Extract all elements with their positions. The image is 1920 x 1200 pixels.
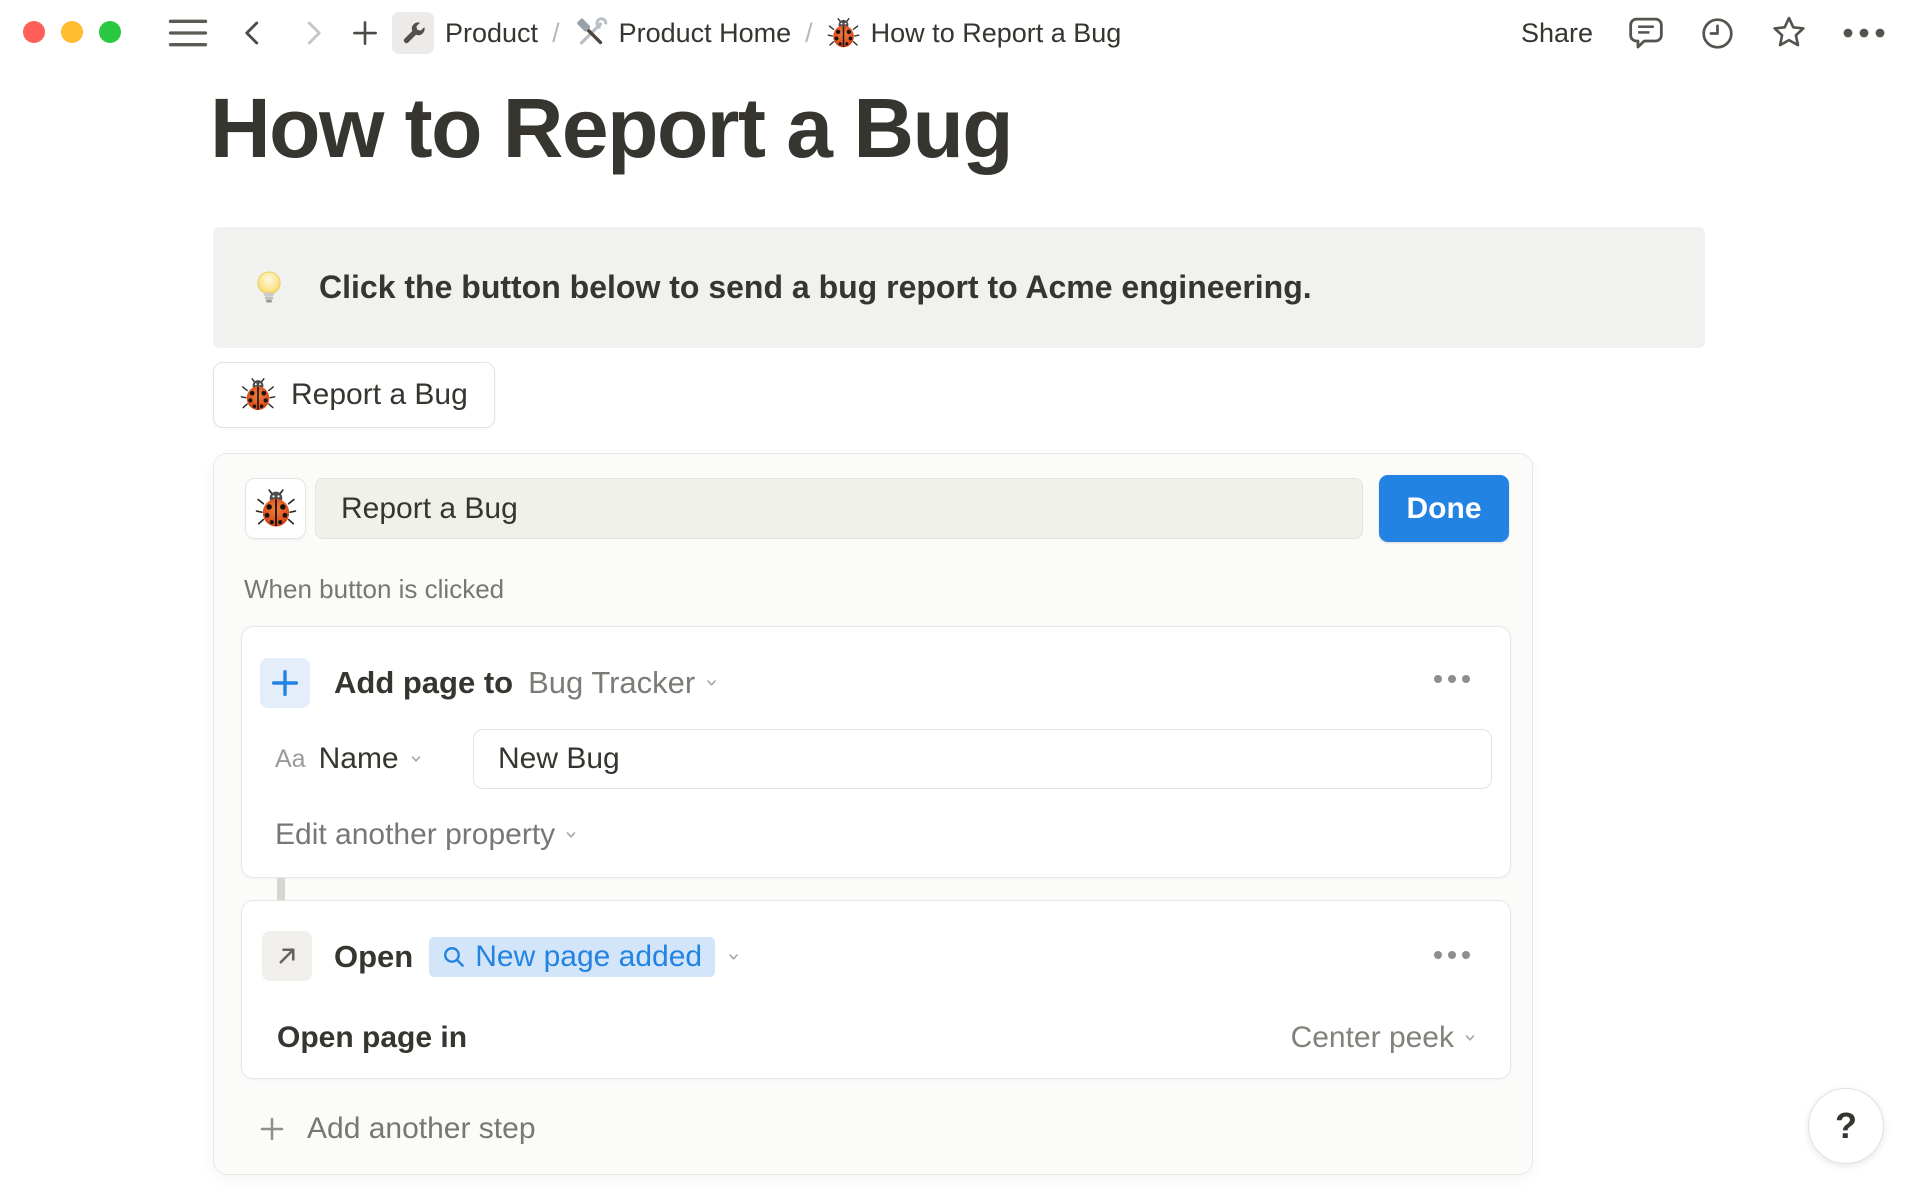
button-name-input[interactable]: [315, 478, 1363, 539]
open-page-in-row: Open page in Center peek: [277, 1017, 1477, 1059]
step-action-label: Add page to: [334, 665, 514, 700]
button-editor-panel: Done When button is clicked Add page to …: [213, 453, 1533, 1175]
forward-button[interactable]: [296, 15, 330, 51]
report-a-bug-button[interactable]: Report a Bug: [213, 362, 495, 428]
property-selector[interactable]: Aa Name: [275, 729, 423, 789]
step-card-add-page: Add page to Bug Tracker Aa Name Edit ano…: [241, 626, 1511, 878]
ladybug-icon: [240, 377, 276, 411]
add-another-step-button[interactable]: Add another step: [257, 1106, 536, 1152]
trigger-label: When button is clicked: [244, 574, 505, 604]
breadcrumb-label: How to Report a Bug: [870, 17, 1122, 48]
ladybug-icon: [255, 488, 296, 527]
open-target-chip[interactable]: New page added: [429, 937, 716, 977]
clock-icon: [1702, 17, 1733, 49]
hammer-wrench-icon: [574, 16, 608, 50]
callout-block: Click the button below to send a bug rep…: [213, 227, 1705, 348]
breadcrumb-label: Product Home: [618, 17, 792, 48]
chevron-left-icon: [245, 21, 259, 45]
step-card-open-page: Open New page added Open page in Center …: [241, 900, 1511, 1079]
chevron-down-icon: [409, 753, 423, 765]
plus-icon: [260, 1117, 284, 1141]
chevron-down-icon[interactable]: [726, 951, 741, 963]
hamburger-icon: [168, 19, 208, 47]
done-button[interactable]: Done: [1379, 475, 1509, 542]
topbar-actions: Share: [1521, 0, 1886, 66]
zoom-window-button[interactable]: [99, 21, 121, 43]
report-a-bug-button-label: Report a Bug: [291, 378, 468, 411]
plus-icon: [271, 669, 299, 697]
open-page-in-dropdown[interactable]: Center peek: [1291, 1021, 1477, 1055]
chevron-right-icon: [307, 21, 321, 45]
arrow-up-right-icon: [279, 948, 295, 964]
property-name: Name: [318, 742, 399, 775]
target-database-value: Bug Tracker: [528, 665, 696, 700]
sidebar-menu-button[interactable]: [166, 17, 210, 49]
lightbulb-icon: [249, 268, 289, 308]
edit-another-property-button[interactable]: Edit another property: [275, 817, 578, 853]
step-options-button[interactable]: [1430, 947, 1474, 963]
callout-text[interactable]: Click the button below to send a bug rep…: [319, 269, 1312, 306]
breadcrumb-item-product[interactable]: Product: [392, 12, 538, 54]
ladybug-icon: [827, 17, 860, 50]
help-button[interactable]: ?: [1808, 1088, 1884, 1164]
add-another-step-label: Add another step: [307, 1112, 536, 1145]
breadcrumb-separator: /: [805, 17, 813, 48]
comment-icon: [1629, 17, 1663, 49]
notion-window: Product / Product Home / How to Report a…: [0, 0, 1920, 1200]
breadcrumb-label: Product: [445, 17, 539, 48]
page-title[interactable]: How to Report a Bug: [210, 80, 1014, 177]
target-database-dropdown[interactable]: Bug Tracker: [528, 665, 719, 701]
top-bar: Product / Product Home / How to Report a…: [0, 0, 1920, 66]
comments-button[interactable]: [1627, 14, 1665, 52]
favorite-button[interactable]: [1770, 14, 1808, 52]
open-page-in-label: Open page in: [277, 1021, 468, 1054]
button-icon-picker[interactable]: [245, 478, 306, 539]
chevron-down-icon: [1463, 1032, 1477, 1044]
step-options-button[interactable]: [1430, 671, 1474, 687]
step-action-label: Open: [334, 939, 414, 974]
chevron-down-icon: [704, 677, 719, 689]
title-property-type-icon: Aa: [275, 744, 306, 773]
property-value-input[interactable]: [473, 729, 1492, 789]
edit-another-property-label: Edit another property: [275, 818, 556, 851]
more-options-button[interactable]: [1842, 27, 1886, 39]
chevron-down-icon: [564, 829, 578, 841]
breadcrumb-separator: /: [552, 17, 560, 48]
open-step-icon: [262, 931, 312, 981]
plus-icon: [353, 21, 377, 45]
close-window-button[interactable]: [23, 21, 45, 43]
breadcrumb: Product / Product Home / How to Report a…: [392, 0, 1121, 66]
minimize-window-button[interactable]: [61, 21, 83, 43]
magnifier-icon: [444, 947, 465, 967]
open-page-in-value: Center peek: [1290, 1021, 1454, 1054]
wrench-icon: [392, 12, 434, 54]
star-icon: [1773, 16, 1805, 47]
updates-button[interactable]: [1699, 15, 1736, 52]
step-connector: [277, 878, 285, 900]
new-page-button[interactable]: [348, 16, 382, 50]
open-target-chip-label: New page added: [475, 940, 703, 973]
back-button[interactable]: [236, 15, 270, 51]
ellipsis-icon: [1843, 28, 1885, 38]
breadcrumb-item-product-home[interactable]: Product Home: [574, 16, 792, 50]
add-page-step-icon: [260, 658, 310, 708]
breadcrumb-item-current-page[interactable]: How to Report a Bug: [827, 17, 1122, 50]
share-button[interactable]: Share: [1521, 18, 1593, 49]
